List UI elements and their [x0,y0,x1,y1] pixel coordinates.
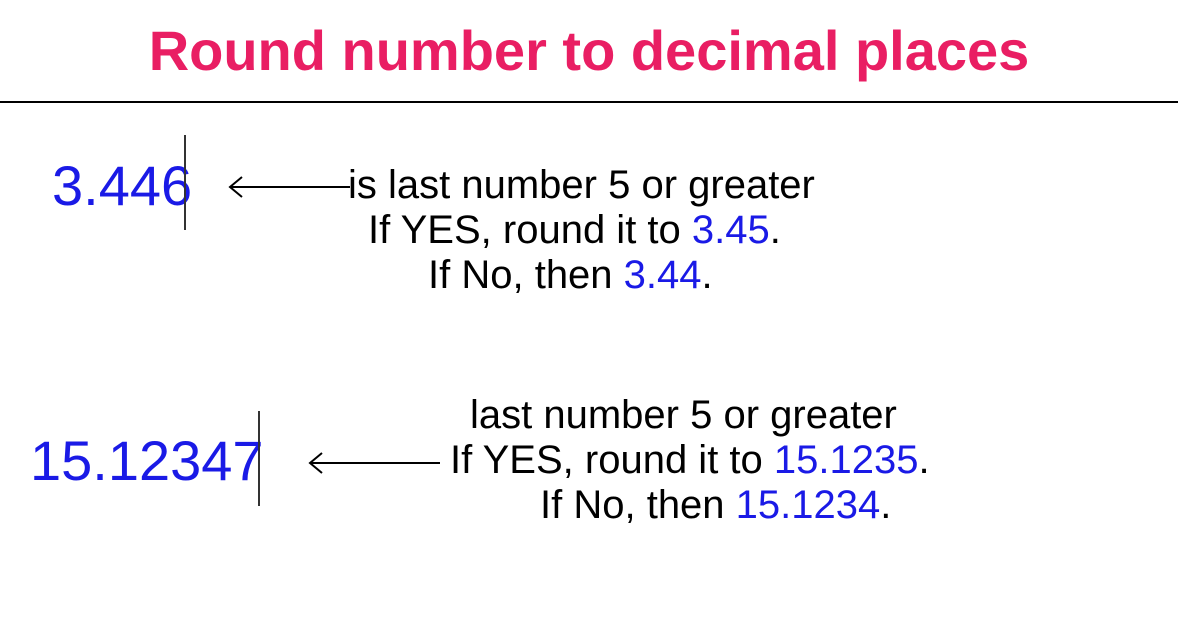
text-suffix: . [918,438,929,482]
rounded-value-yes: 15.1235 [774,438,919,482]
example-1-divider-line [184,135,186,230]
example-1-number: 3.446 [52,153,192,218]
example-1: 3.446 is last number 5 or greater If YES… [0,153,1178,353]
example-1-question: is last number 5 or greater [348,163,815,208]
example-2-yes-case: If YES, round it to 15.1235. [450,438,930,483]
example-2-question: last number 5 or greater [470,393,930,438]
example-2: 15.12347 last number 5 or greater If YES… [0,403,1178,603]
text-suffix: . [702,253,713,297]
title-underline [0,101,1178,103]
arrow-left-icon [220,175,350,199]
rounded-value-no: 3.44 [624,253,702,297]
example-2-explanation: last number 5 or greater If YES, round i… [470,393,930,528]
example-2-divider-line [258,411,260,506]
rounded-value-yes: 3.45 [692,208,770,252]
example-1-explanation: is last number 5 or greater If YES, roun… [348,163,815,298]
text-suffix: . [770,208,781,252]
text-prefix: If No, then [428,253,624,297]
arrow-left-icon [300,451,440,475]
text-prefix: If No, then [540,483,736,527]
text-prefix: If YES, round it to [368,208,692,252]
example-2-number: 15.12347 [30,428,264,493]
example-1-no-case: If No, then 3.44. [428,253,815,298]
page-title: Round number to decimal places [0,0,1178,101]
example-1-yes-case: If YES, round it to 3.45. [368,208,815,253]
rounded-value-no: 15.1234 [736,483,881,527]
example-2-no-case: If No, then 15.1234. [540,483,930,528]
text-prefix: If YES, round it to [450,438,774,482]
text-suffix: . [880,483,891,527]
